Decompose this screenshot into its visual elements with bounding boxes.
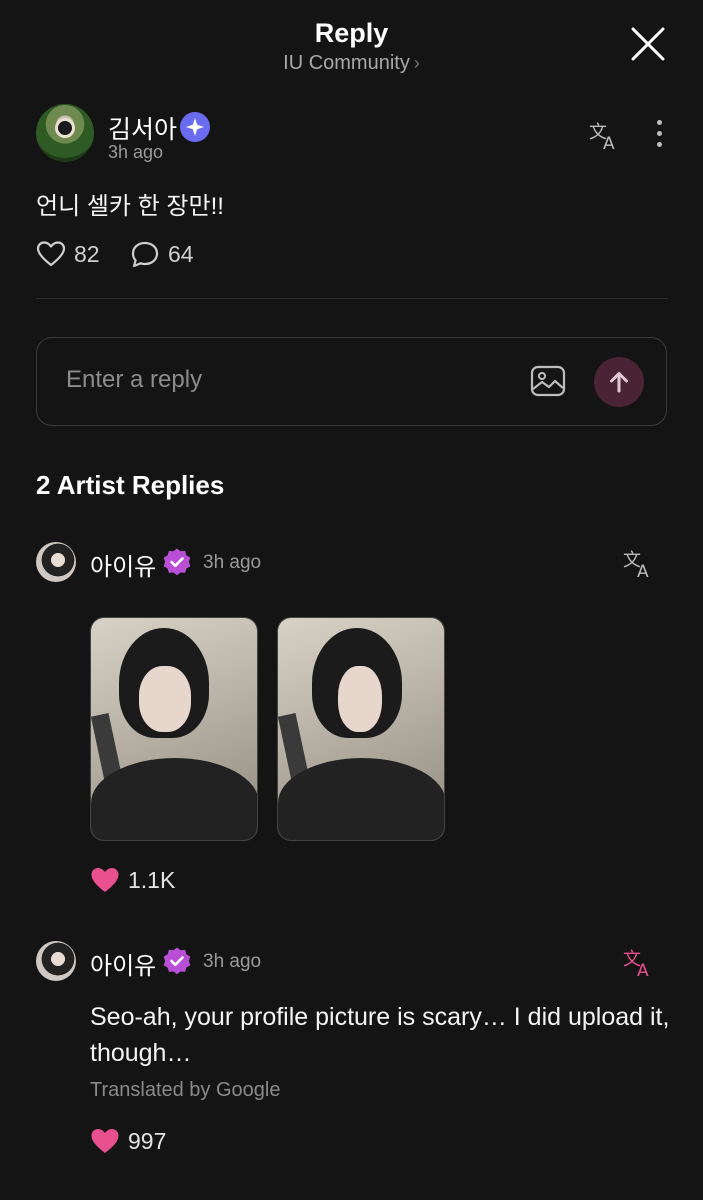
comment-count: 64 xyxy=(168,240,194,267)
close-button[interactable] xyxy=(628,24,668,64)
translated-by-label: Translated by Google xyxy=(90,1079,281,1101)
avatar[interactable] xyxy=(36,542,76,582)
post-stats: 82 64 xyxy=(36,240,336,272)
community-link[interactable]: IU Community › xyxy=(0,52,703,75)
heart-filled-icon xyxy=(91,1129,119,1153)
verified-badge-icon xyxy=(163,548,191,576)
star-badge-icon xyxy=(180,112,210,142)
avatar[interactable] xyxy=(36,104,94,162)
reply-time: 3h ago xyxy=(203,552,262,573)
like-count: 997 xyxy=(128,1127,167,1154)
reply-time: 3h ago xyxy=(203,951,262,972)
page-title: Reply xyxy=(314,18,389,48)
header: Reply IU Community › xyxy=(0,0,703,90)
svg-text:A: A xyxy=(603,134,615,152)
reply-input[interactable]: Enter a reply xyxy=(66,366,202,394)
reply-text: Seo-ah, your profile picture is scary… I… xyxy=(90,1003,670,1067)
comment-button[interactable]: 64 xyxy=(130,240,194,268)
reply-author[interactable]: 아이유 xyxy=(90,946,156,981)
more-icon[interactable] xyxy=(654,120,664,152)
like-button[interactable]: 1.1K xyxy=(90,866,175,894)
translate-icon[interactable]: 文 A xyxy=(622,546,656,580)
reply-author[interactable]: 아이유 xyxy=(90,547,156,582)
artist-reply: 아이유 3h ago 文 A 1.1K xyxy=(36,542,668,912)
reply-photo[interactable] xyxy=(277,617,445,841)
send-arrow-icon xyxy=(610,372,628,393)
like-count: 82 xyxy=(74,240,100,267)
comment-icon xyxy=(131,241,159,268)
heart-filled-icon xyxy=(91,868,119,892)
reply-input-box[interactable]: Enter a reply xyxy=(36,337,667,426)
translate-icon[interactable]: 文 A xyxy=(622,945,656,979)
svg-text:A: A xyxy=(637,961,649,979)
avatar[interactable] xyxy=(36,941,76,981)
image-icon[interactable] xyxy=(530,364,566,398)
send-button[interactable] xyxy=(594,357,644,407)
artist-reply: 아이유 3h ago 文 A Seo-ah, your profile pict… xyxy=(36,941,670,1171)
heart-outline-icon xyxy=(36,241,66,267)
post-time: 3h ago xyxy=(108,142,164,162)
like-button[interactable]: 997 xyxy=(90,1127,166,1155)
close-icon xyxy=(631,27,665,61)
community-name: IU Community xyxy=(283,52,410,74)
divider xyxy=(36,298,668,299)
like-button[interactable]: 82 xyxy=(36,240,100,268)
like-count: 1.1K xyxy=(128,866,176,893)
translate-icon[interactable]: 文 A xyxy=(588,118,622,152)
section-title: 2 Artist Replies xyxy=(36,470,225,500)
post-body: 언니 셀카 한 장만!! xyxy=(36,193,224,220)
verified-badge-icon xyxy=(163,947,191,975)
chevron-right-icon: › xyxy=(413,53,420,73)
post-author[interactable]: 김서아 xyxy=(108,110,177,146)
reply-photo[interactable] xyxy=(90,617,258,841)
svg-text:A: A xyxy=(637,562,649,580)
